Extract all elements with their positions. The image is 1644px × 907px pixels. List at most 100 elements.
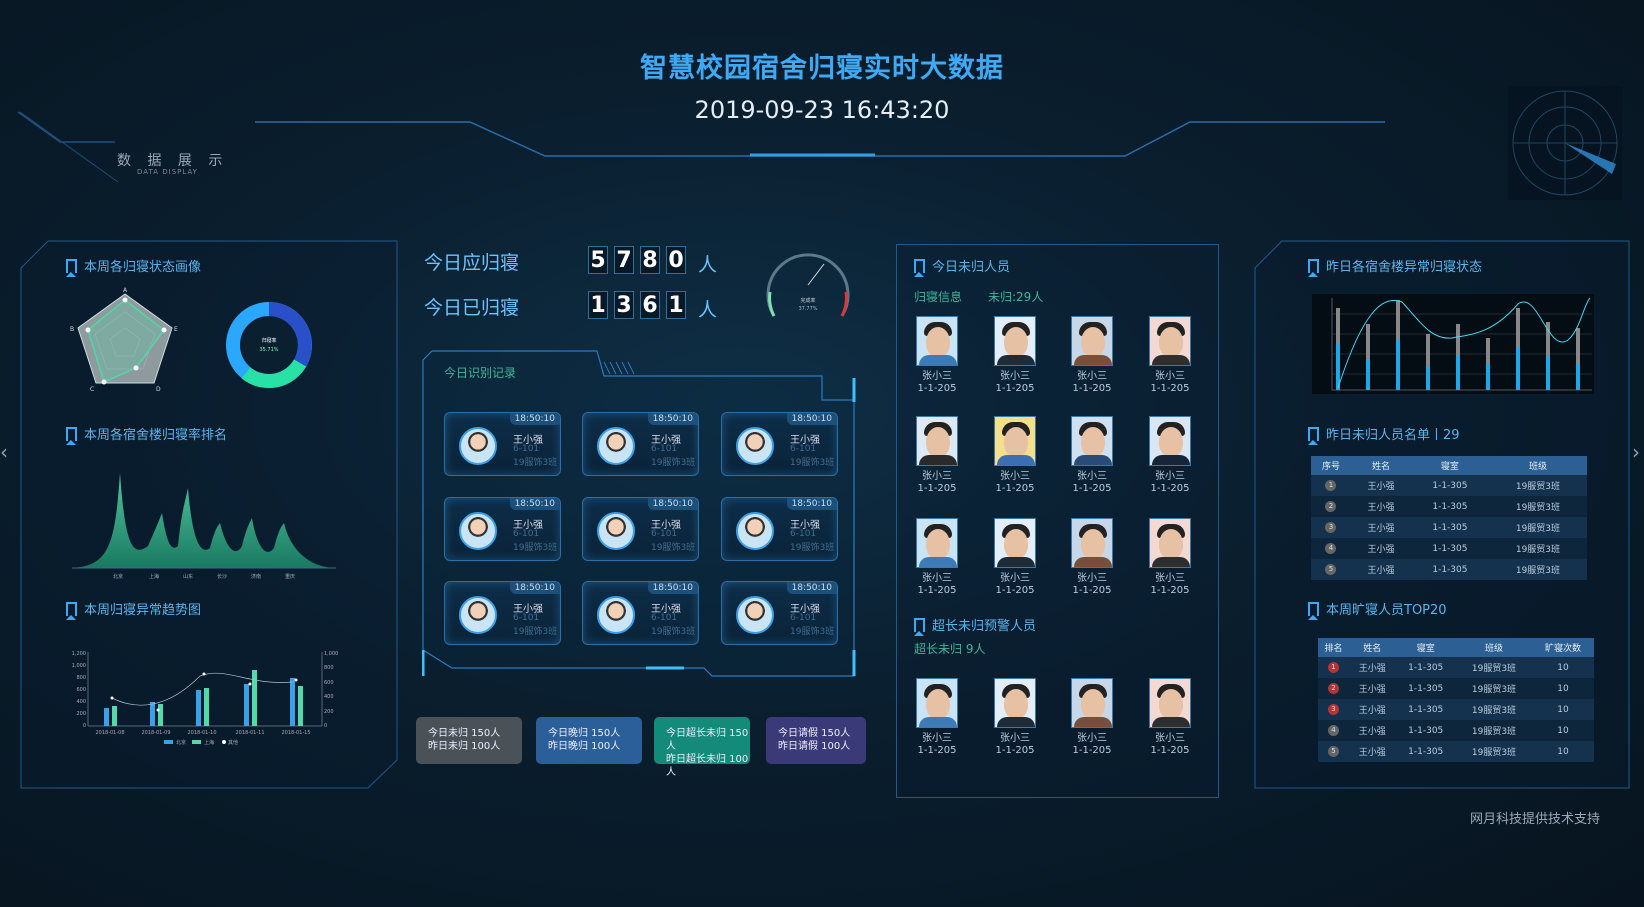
avatar (597, 512, 635, 550)
person-photo[interactable] (1149, 316, 1191, 366)
absent-list-title-text: 昨日未归人员名单丨29 (1326, 428, 1460, 443)
person-photo[interactable] (1071, 518, 1113, 568)
stat-summary-button[interactable]: 今日请假 150人 昨日请假 100人 (766, 717, 866, 764)
next-arrow-icon[interactable]: › (1632, 440, 1644, 480)
brand-sublabel: DATA DISPLAY (137, 168, 198, 176)
table-row[interactable]: 3 王小强 1-1-305 19服贸3班 10 (1318, 699, 1594, 720)
rank-cat-5: 重庆 (285, 573, 295, 580)
person-room: 1-1-205 (1150, 383, 1190, 394)
person-name: 张小三 (1000, 573, 1030, 584)
trend-right-tick-5: 0 (324, 723, 327, 729)
table-row[interactable]: 2 王小强 1-1-305 19服贸3班 10 (1318, 678, 1594, 699)
person-name: 张小三 (922, 573, 952, 584)
record-card[interactable]: 18:50:10 王小强 6-101 19服饰3班 (721, 497, 838, 561)
person-photo[interactable] (916, 518, 958, 568)
rank-badge: 4 (1328, 725, 1339, 736)
person-photo[interactable] (916, 416, 958, 466)
top-list-title: 本周旷寝人员TOP20 (1308, 599, 1447, 620)
cell-class: 19服贸3班 (1455, 741, 1532, 762)
prev-arrow-icon[interactable]: ‹ (0, 440, 12, 480)
person-photo[interactable] (1071, 678, 1113, 728)
cell-name: 王小强 (1349, 699, 1396, 720)
avatar (736, 512, 774, 550)
trend-left-tick-3: 600 (76, 687, 86, 693)
cell-name: 王小强 (1350, 538, 1411, 559)
person-name: 张小三 (1077, 573, 1107, 584)
clock-display: 2019-09-23 16:43:20 (694, 96, 950, 124)
radar-label-a: A (123, 287, 128, 294)
rank-badge: 1 (1325, 480, 1337, 491)
rank-badge: 1 (1328, 662, 1339, 673)
table-row[interactable]: 5 王小强 1-1-305 19服贸3班 10 (1318, 741, 1594, 762)
record-card[interactable]: 18:50:10 王小强 6-101 19服饰3班 (444, 581, 561, 645)
records-title: 今日识别记录 (444, 366, 517, 380)
stat-summary-button[interactable]: 今日未归 150人 昨日未归 100人 (416, 717, 522, 764)
person-photo[interactable] (994, 678, 1036, 728)
absent-title: 今日未归人员 (914, 256, 1010, 277)
col-header: 排名 (1318, 638, 1349, 657)
cell-class: 19服贸3班 (1455, 699, 1532, 720)
due-label: 今日应归寝 (424, 252, 520, 274)
returned-counter: 1 3 6 1 (588, 291, 686, 319)
record-card[interactable]: 18:50:10 王小强 6-101 19服饰3班 (721, 412, 838, 476)
record-card[interactable]: 18:50:10 王小强 6-101 19服饰3班 (582, 581, 699, 645)
record-time: 18:50:10 (509, 498, 560, 510)
cell-count: 10 (1531, 657, 1594, 678)
record-card[interactable]: 18:50:10 王小强 6-101 19服饰3班 (582, 497, 699, 561)
returned-digit: 1 (666, 291, 686, 319)
returned-digit: 3 (614, 291, 634, 319)
record-card[interactable]: 18:50:10 王小强 6-101 19服饰3班 (444, 412, 561, 476)
avatar (597, 596, 635, 634)
stat-line-yesterday: 昨日晚归 100人 (548, 741, 621, 752)
table-row[interactable]: 2 王小强 1-1-305 19服贸3班 (1311, 496, 1587, 517)
cell-room: 1-1-305 (1395, 699, 1456, 720)
person-photo[interactable] (994, 518, 1036, 568)
table-row[interactable]: 4 王小强 1-1-305 19服贸3班 (1311, 538, 1587, 559)
table-row[interactable]: 1 王小强 1-1-305 19服贸3班 (1311, 475, 1587, 496)
record-room: 6-101 (790, 613, 817, 623)
rank-chart: 北京 上海 山东 长沙 济南 重庆 (72, 473, 336, 580)
table-row[interactable]: 3 王小强 1-1-305 19服贸3班 (1311, 517, 1587, 538)
person-name: 张小三 (1155, 733, 1185, 744)
bookmark-icon (1308, 426, 1319, 445)
person-photo[interactable] (1071, 316, 1113, 366)
person-photo[interactable] (1149, 518, 1191, 568)
table-row[interactable]: 5 王小强 1-1-305 19服贸3班 (1311, 559, 1587, 580)
person-room: 1-1-205 (1150, 483, 1190, 494)
record-class: 19服饰3班 (651, 627, 696, 637)
donut-center-value: 35.71% (259, 347, 278, 353)
trend-right-tick-1: 800 (324, 665, 334, 671)
person-name: 张小三 (1077, 371, 1107, 382)
record-room: 6-101 (651, 444, 678, 454)
returned-digit: 6 (640, 291, 660, 319)
trend-left-tick-6: 0 (83, 723, 86, 729)
stat-summary-button[interactable]: 今日晚归 150人 昨日晚归 100人 (536, 717, 642, 764)
rank-badge: 2 (1328, 683, 1339, 694)
person-photo[interactable] (994, 416, 1036, 466)
record-card[interactable]: 18:50:10 王小强 6-101 19服饰3班 (444, 497, 561, 561)
cell-count: 10 (1531, 699, 1594, 720)
person-photo[interactable] (994, 316, 1036, 366)
due-counter: 5 7 8 0 (588, 246, 686, 274)
legend-other: 其他 (228, 739, 238, 746)
radar-title-text: 本周各归寝状态画像 (84, 260, 202, 275)
top-list-table: 排名 姓名 寝室 班级 旷寝次数 1 王小强 1-1-305 19服贸3班 10 2 王小强… (1318, 638, 1594, 762)
record-card[interactable]: 18:50:10 王小强 6-101 19服饰3班 (582, 412, 699, 476)
stat-summary-button[interactable]: 今日超长未归 150人 昨日超长未归 100人 (654, 717, 750, 778)
rank-title-text: 本周各宿舍楼归寝率排名 (84, 428, 228, 443)
person-photo[interactable] (916, 678, 958, 728)
avatar (736, 596, 774, 634)
person-photo[interactable] (1149, 416, 1191, 466)
person-photo[interactable] (916, 316, 958, 366)
bookmark-icon (66, 426, 77, 445)
person-photo[interactable] (1149, 678, 1191, 728)
record-card[interactable]: 18:50:10 王小强 6-101 19服饰3班 (721, 581, 838, 645)
person-photo[interactable] (1071, 416, 1113, 466)
table-row[interactable]: 4 王小强 1-1-305 19服贸3班 10 (1318, 720, 1594, 741)
table-row[interactable]: 1 王小强 1-1-305 19服贸3班 10 (1318, 657, 1594, 678)
record-room: 6-101 (651, 529, 678, 539)
rank-badge: 5 (1328, 746, 1339, 757)
top-list-title-text: 本周旷寝人员TOP20 (1326, 603, 1447, 618)
donut-chart: 归寝率 35.71% (226, 302, 312, 389)
trend-title-text: 本周归寝异常趋势图 (84, 603, 202, 618)
